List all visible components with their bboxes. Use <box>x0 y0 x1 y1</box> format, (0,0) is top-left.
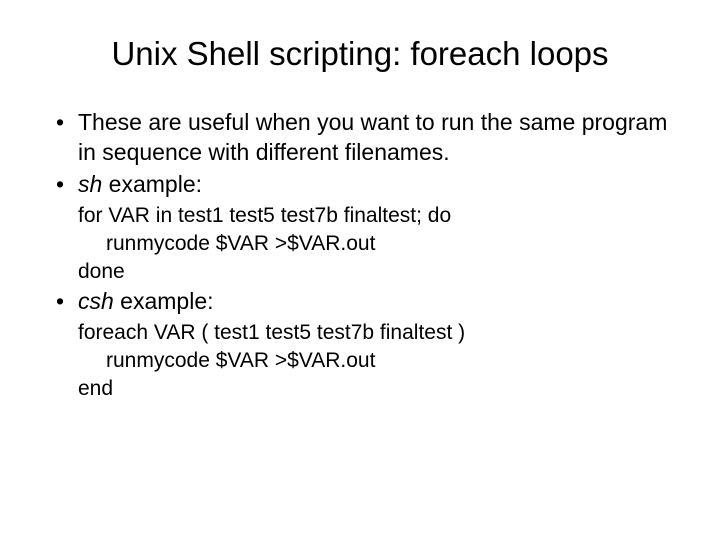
code-line: runmycode $VAR >$VAR.out <box>78 230 670 258</box>
csh-label-italic: csh <box>78 288 114 314</box>
code-line: for VAR in test1 test5 test7b finaltest;… <box>78 202 670 230</box>
slide-title: Unix Shell scripting: foreach loops <box>50 35 670 73</box>
bullet-csh-example: csh example: <box>50 287 670 317</box>
bullet-list: csh example: <box>50 287 670 317</box>
sh-label-text: example: <box>102 171 202 197</box>
bullet-intro: These are useful when you want to run th… <box>50 108 670 168</box>
csh-label-text: example: <box>114 288 214 314</box>
sh-label-italic: sh <box>78 171 102 197</box>
code-line: foreach VAR ( test1 test5 test7b finalte… <box>78 319 670 347</box>
code-line: done <box>78 258 670 286</box>
code-line: end <box>78 375 670 403</box>
code-line: runmycode $VAR >$VAR.out <box>78 347 670 375</box>
csh-code-block: foreach VAR ( test1 test5 test7b finalte… <box>50 319 670 404</box>
bullet-sh-example: sh example: <box>50 170 670 200</box>
sh-code-block: for VAR in test1 test5 test7b finaltest;… <box>50 202 670 287</box>
bullet-list: These are useful when you want to run th… <box>50 108 670 200</box>
